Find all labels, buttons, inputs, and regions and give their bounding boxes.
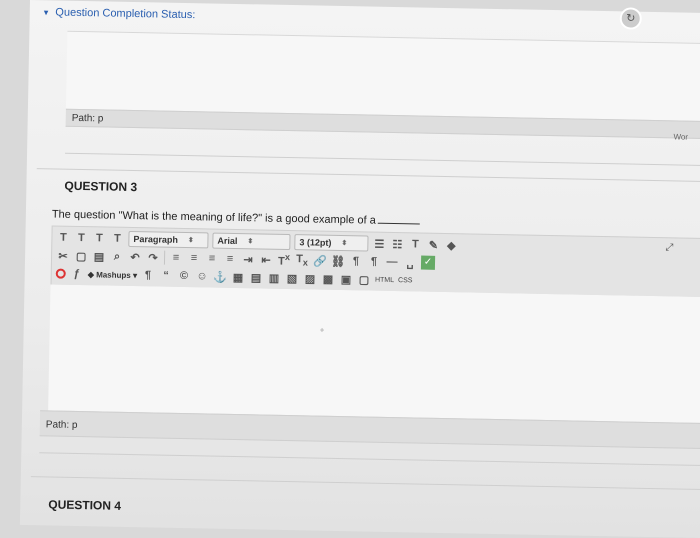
mashups-label: Mashups (96, 269, 131, 280)
font-select[interactable]: Arial ⬍ (212, 232, 291, 251)
divider (30, 476, 700, 491)
select-arrow-icon: ⬍ (341, 240, 348, 248)
answer-blank (377, 222, 420, 225)
path-label: Path: p (45, 419, 78, 431)
numbered-list-icon[interactable]: ☷ (390, 237, 404, 251)
superscript-button[interactable]: Tx (277, 252, 291, 268)
table-icon[interactable]: ▦ (231, 270, 245, 283)
font-size-value: 3 (12pt) (299, 237, 332, 248)
ltr-icon[interactable]: ¶ (349, 255, 363, 267)
html-button[interactable]: HTML (375, 276, 394, 283)
redo-icon[interactable]: ↷ (146, 251, 160, 264)
bold-button[interactable]: T (56, 232, 70, 244)
divider (65, 152, 700, 167)
question-completion-status[interactable]: ▾ Question Completion Status: (44, 6, 196, 21)
font-value: Arial (217, 235, 238, 247)
paste-icon[interactable]: ▤ (92, 250, 106, 263)
justify-icon[interactable]: ≡ (223, 253, 237, 265)
paragraph-select[interactable]: Paragraph ⬍ (128, 230, 209, 249)
cut-icon[interactable]: ✂ (56, 249, 70, 262)
table-col-icon[interactable]: ▥ (267, 271, 281, 284)
horizontal-rule-icon[interactable]: — (385, 256, 399, 268)
chevron-down-icon: ▾ (43, 7, 49, 18)
quote-icon[interactable]: “ (159, 270, 173, 282)
spellcheck-icon[interactable]: ✓ (420, 255, 436, 270)
question-3-title: QUESTION 3 (64, 178, 138, 195)
subscript-button[interactable]: Tx (295, 253, 309, 267)
font-size-select[interactable]: 3 (12pt) ⬍ (294, 234, 369, 252)
formula-icon[interactable]: ƒ (70, 268, 84, 280)
outdent-icon[interactable]: ⇤ (259, 253, 273, 266)
underline-button[interactable]: T (92, 232, 106, 244)
indent-icon[interactable]: ⇥ (241, 253, 255, 266)
copyright-icon[interactable]: © (177, 270, 191, 282)
align-center-icon[interactable]: ≡ (187, 252, 201, 264)
link-icon[interactable]: 🔗 (313, 254, 327, 267)
divider (39, 452, 700, 467)
table-merge-icon[interactable]: ▨ (303, 272, 317, 285)
bullet-list-icon[interactable]: ☰ (372, 237, 386, 250)
paragraph-value: Paragraph (133, 234, 179, 245)
table-split-icon[interactable]: ▩ (321, 272, 335, 285)
text-cursor-icon: + (319, 325, 325, 335)
question-4-title: QUESTION 4 (48, 497, 122, 513)
word-count-label: Wor (673, 132, 689, 142)
fill-color-icon[interactable]: ◆ (444, 239, 458, 252)
previous-answer-editor[interactable] (65, 30, 700, 123)
select-arrow-icon: ⬍ (247, 238, 254, 246)
question-3-text: The question "What is the meaning of lif… (52, 208, 420, 227)
strikethrough-button[interactable]: T (110, 233, 124, 245)
paragraph-mark-icon[interactable]: ¶ (141, 269, 155, 281)
path-label: Path: p (71, 112, 104, 125)
emoji-icon[interactable]: ☺ (195, 270, 209, 282)
copy-icon[interactable]: ▢ (74, 249, 88, 262)
select-arrow-icon: ⬍ (187, 237, 194, 245)
highlight-color-icon[interactable]: ✎ (426, 238, 440, 251)
align-right-icon[interactable]: ≡ (205, 252, 219, 264)
table-row-icon[interactable]: ▤ (249, 271, 263, 284)
record-icon[interactable] (55, 268, 66, 279)
css-button[interactable]: CSS (398, 277, 413, 284)
nonbreaking-space-icon[interactable]: ␣ (403, 256, 417, 269)
mashups-menu[interactable]: ◆ Mashups ▾ (88, 270, 137, 280)
table-cell-icon[interactable]: ▧ (285, 271, 299, 284)
media-icon[interactable]: ▢ (357, 273, 371, 286)
status-label: Question Completion Status: (55, 6, 196, 22)
undo-icon[interactable]: ↶ (128, 250, 142, 263)
fullscreen-icon[interactable]: ⤢ (665, 242, 673, 253)
question-text: The question "What is the meaning of lif… (51, 208, 376, 227)
rtl-icon[interactable]: ¶ (367, 256, 381, 268)
image-icon[interactable]: ▣ (339, 272, 353, 286)
anchor-icon[interactable]: ⚓ (213, 270, 227, 283)
separator (163, 250, 166, 265)
align-left-icon[interactable]: ≡ (169, 252, 183, 264)
unlink-icon[interactable]: ⛓ (331, 254, 345, 267)
question-3-answer-editor[interactable] (48, 284, 700, 424)
italic-button[interactable]: T (74, 232, 88, 244)
find-icon[interactable]: ⌕ (110, 250, 124, 263)
refresh-icon[interactable]: ↻ (619, 7, 642, 30)
text-color-icon[interactable]: T (408, 238, 422, 250)
assessment-page: ↻ ▾ Question Completion Status: Path: p … (19, 0, 700, 538)
